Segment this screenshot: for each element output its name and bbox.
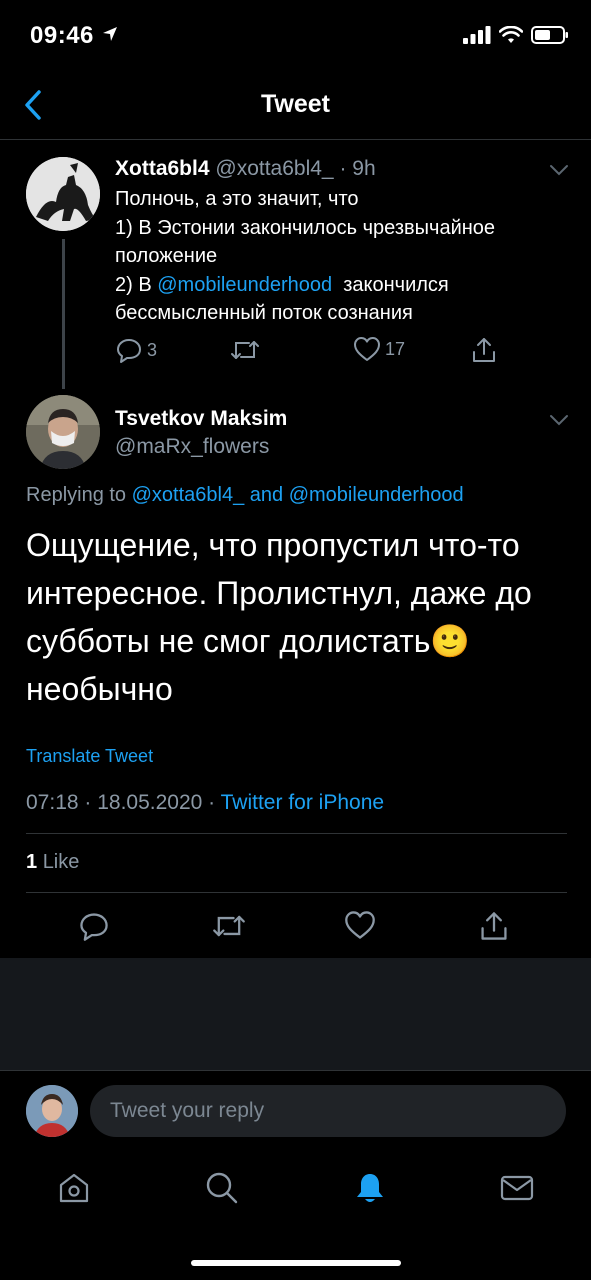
divider <box>26 833 567 834</box>
battery-icon <box>531 26 568 44</box>
divider <box>26 892 567 893</box>
reply-bar: Tweet your reply <box>0 1070 591 1150</box>
mention-link[interactable]: @mobileunderhood <box>289 484 464 506</box>
avatar[interactable] <box>26 157 100 231</box>
likes-label: Like <box>42 851 80 873</box>
translate-tweet-link[interactable]: Translate Tweet <box>26 746 153 767</box>
heart-icon[interactable] <box>344 910 376 940</box>
avatar-image <box>26 395 100 469</box>
location-arrow-icon <box>103 27 117 41</box>
cellular-signal-icon <box>463 26 491 44</box>
avatar[interactable] <box>26 395 100 469</box>
mention-link[interactable]: @xotta6bl4_ <box>132 484 245 506</box>
reply-count: 3 <box>147 339 158 360</box>
chevron-down-icon[interactable] <box>549 413 569 427</box>
status-time: 09:46 <box>30 22 94 49</box>
replying-and[interactable]: and <box>244 484 288 506</box>
mention-link[interactable]: @mobileunderhood <box>157 274 332 296</box>
nav-bar: Tweet <box>0 70 591 140</box>
author-name[interactable]: Xotta6bl4 <box>115 157 210 180</box>
tweet-date: 18.05.2020 <box>97 791 203 814</box>
like-count: 17 <box>385 338 406 359</box>
replying-prefix: Replying to <box>26 484 132 506</box>
tweet-actions <box>0 906 591 950</box>
reply-input[interactable]: Tweet your reply <box>90 1085 566 1137</box>
share-icon[interactable] <box>478 910 510 942</box>
tweet-line: Полночь, а это значит, что <box>115 188 359 210</box>
wifi-icon <box>499 26 523 43</box>
avatar-image <box>26 157 100 231</box>
tweet-text: Ощущение, что пропустил что-то интересно… <box>26 527 532 707</box>
retweet-button[interactable] <box>230 336 260 364</box>
tweet-age: 9h <box>352 157 376 180</box>
tweet-line: 1) В Эстонии закончилось чрезвычайное по… <box>115 216 496 268</box>
empty-replies-area <box>0 958 591 1070</box>
author-handle: @xotta6bl4_ <box>215 157 334 180</box>
status-bar: 09:46 <box>0 0 591 70</box>
tweet-source-link[interactable]: Twitter for iPhone <box>221 791 384 814</box>
chevron-down-icon[interactable] <box>549 163 569 177</box>
avatar-image <box>26 1085 78 1137</box>
tab-notifications[interactable] <box>350 1168 390 1208</box>
tweet-text: Полночь, а это значит, что 1) В Эстонии … <box>115 185 565 328</box>
page-title: Tweet <box>261 90 330 118</box>
likes-count: 1 <box>26 851 38 873</box>
search-icon <box>206 1172 238 1204</box>
tweet-line: 2) В @mobileunderhood закончился бессмыс… <box>115 271 565 328</box>
tab-home[interactable] <box>54 1168 94 1208</box>
tweet-time: 07:18 <box>26 791 79 814</box>
tab-messages[interactable] <box>497 1168 537 1208</box>
meta-separator: · <box>333 157 353 180</box>
meta-separator: · <box>78 791 98 814</box>
reply-icon <box>117 339 141 363</box>
tweet-timestamp: 07:18 · 18.05.2020 · Twitter for iPhone <box>26 791 384 815</box>
thread-line <box>62 239 65 389</box>
tweet-line-prefix: 2) В <box>115 273 158 296</box>
meta-separator: · <box>202 791 221 814</box>
retweet-icon <box>231 341 259 359</box>
author-handle[interactable]: @maRx_flowers <box>115 435 269 459</box>
home-icon <box>59 1173 89 1203</box>
tab-bar <box>0 1150 591 1280</box>
avatar[interactable] <box>26 1085 78 1137</box>
reply-button[interactable]: 3 <box>115 336 157 364</box>
share-icon <box>473 338 495 362</box>
tab-search[interactable] <box>202 1168 242 1208</box>
parent-tweet[interactable]: Xotta6bl4 @xotta6bl4_ · 9h Полночь, а эт… <box>0 141 591 391</box>
home-indicator[interactable] <box>191 1260 401 1266</box>
like-button[interactable]: 17 <box>353 336 405 362</box>
author-name[interactable]: Tsvetkov Maksim <box>115 407 287 431</box>
heart-icon <box>354 337 380 361</box>
reply-icon[interactable] <box>78 910 110 942</box>
tweet-header: Xotta6bl4 @xotta6bl4_ · 9h <box>115 157 376 181</box>
likes-summary[interactable]: 1 Like <box>26 851 79 874</box>
status-icons <box>463 26 569 44</box>
mail-icon <box>500 1175 534 1201</box>
share-button[interactable] <box>470 336 498 364</box>
tweet-actions: 3 17 <box>115 336 515 366</box>
bell-icon <box>357 1174 383 1202</box>
retweet-icon[interactable] <box>212 910 246 942</box>
replying-to: Replying to @xotta6bl4_ and @mobileunder… <box>26 484 464 507</box>
